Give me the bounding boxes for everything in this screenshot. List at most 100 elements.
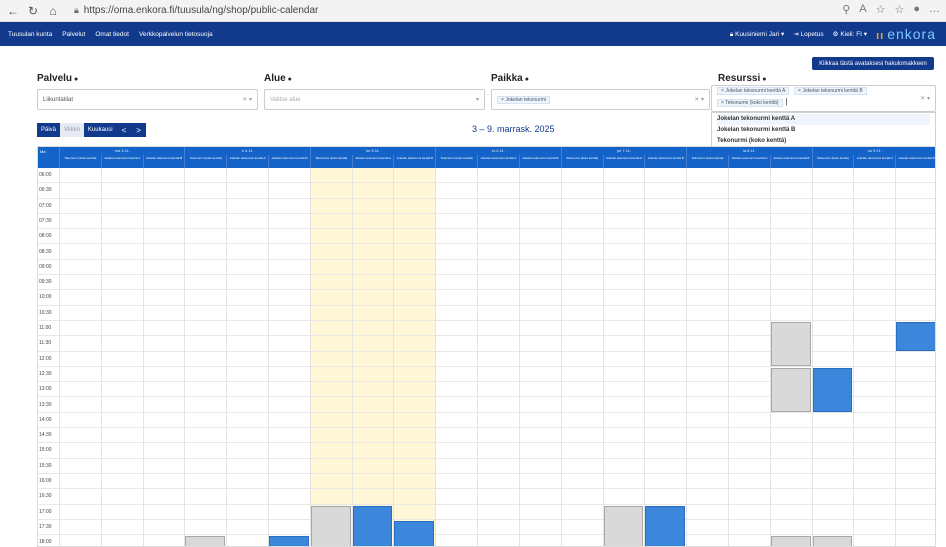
time-row (38, 489, 935, 505)
advanced-search-button[interactable]: Klikkaa tästä avataksesi hakulomakkeen (812, 57, 934, 70)
selected-tag[interactable]: × Jokelan tekonurmi kenttä B (794, 87, 867, 95)
clear-icon[interactable]: ✕ ▾ (920, 95, 930, 102)
booking-block[interactable] (352, 505, 393, 546)
reload-icon[interactable]: ↻ (26, 4, 40, 18)
time-label: 09:30 (39, 279, 52, 286)
column-divider (727, 168, 729, 546)
dropdown-option[interactable]: Jokelan tekonurmi kenttä A (717, 114, 930, 125)
booking-block[interactable] (770, 367, 811, 412)
read-aloud-icon[interactable]: A (859, 3, 866, 16)
resource-column-header: Jokelan tekonurmi kenttä B (895, 155, 935, 168)
palvelu-select[interactable]: Liikuntatilat ✕ ▾ (37, 89, 258, 110)
nav-link-home[interactable]: Tuusulan kunta (8, 31, 52, 38)
view-day-button[interactable]: Päivä (37, 123, 61, 137)
info-icon[interactable]: ● (74, 76, 78, 83)
column-divider (226, 168, 228, 546)
booking-block[interactable] (394, 520, 435, 546)
home-icon[interactable]: ⌂ (46, 4, 60, 18)
column-divider (309, 168, 311, 546)
time-row (38, 520, 935, 536)
favorite-icon[interactable]: ☆ (876, 3, 886, 16)
booking-block[interactable] (645, 505, 686, 546)
url-text: https://oma.enkora.fi/tuusula/ng/shop/pu… (83, 5, 319, 16)
resource-column-header: Jokelan tekonurmi kenttä A (477, 155, 519, 168)
time-row (38, 168, 935, 184)
time-label: 11:00 (39, 325, 52, 331)
logout-link[interactable]: ⇥ Lopetus (793, 30, 823, 38)
clear-icon[interactable]: ✕ ▾ (242, 96, 252, 103)
booking-block[interactable] (185, 536, 226, 546)
time-label: 17:30 (39, 523, 52, 530)
prev-week-button[interactable]: < (116, 123, 132, 137)
paikka-select[interactable]: × Jokelan tekonurmi ✕ ▾ (491, 89, 710, 110)
alue-select[interactable]: Valitse alue ▾ (264, 89, 485, 110)
selected-tag[interactable]: × Jokelan tekonurmi kenttä A (717, 87, 790, 95)
chevron-down-icon[interactable]: ▾ (476, 96, 479, 103)
user-menu[interactable]: 🔒︎ Kuusiniemi Jari ▾ (730, 30, 784, 39)
booking-block[interactable] (812, 536, 853, 546)
time-label: 10:30 (39, 309, 52, 316)
column-divider (351, 168, 353, 546)
lock-icon: 🔒︎ (74, 5, 79, 15)
resource-column-header: Tekonurmi (koko kenttä) (435, 155, 477, 168)
back-icon[interactable]: ← (6, 4, 20, 18)
day-header: ti 4.11. (184, 147, 309, 155)
next-week-button[interactable]: > (131, 123, 146, 137)
time-label: 13:00 (39, 386, 52, 393)
booking-block[interactable] (269, 536, 309, 546)
time-row (38, 505, 935, 520)
time-row (38, 245, 935, 260)
resource-column-header: Tekonurmi (koko kenttä) (560, 155, 603, 168)
paikka-label: Paikka ● (491, 73, 529, 84)
zoom-icon[interactable]: ⚲ (842, 3, 850, 16)
column-divider (142, 168, 144, 546)
day-header: ke 5.11. (309, 147, 435, 155)
time-label: 14:00 (39, 416, 52, 423)
column-divider (560, 168, 562, 546)
booking-block[interactable] (812, 367, 853, 412)
time-label: 18:00 (39, 539, 52, 546)
resurssi-select[interactable]: × Jokelan tekonurmi kenttä A × Jokelan t… (711, 85, 936, 112)
browser-toolbar: ← ↻ ⌂ 🔒︎ https://oma.enkora.fi/tuusula/n… (0, 0, 946, 22)
booking-block[interactable] (770, 536, 811, 546)
info-icon[interactable]: ● (525, 76, 529, 83)
nav-link-privacy[interactable]: Verkkopalvelun tietosuoja (139, 31, 213, 38)
booking-block[interactable] (770, 322, 811, 366)
time-label: 09:00 (39, 263, 52, 270)
selected-tag[interactable]: × Tekonurmi (koko kenttä) (717, 99, 783, 107)
time-label: 06:30 (39, 187, 52, 194)
nav-link-profile[interactable]: Omat tiedot (95, 31, 129, 38)
resource-column-header: Jokelan tekonurmi kenttä A (602, 155, 645, 168)
column-divider (853, 168, 855, 546)
more-icon[interactable]: … (929, 3, 940, 16)
view-switcher: Päivä Viikko Kuukausi < > (37, 123, 146, 137)
time-label: 10:00 (39, 294, 52, 301)
info-icon[interactable]: ● (288, 76, 292, 83)
selected-tag[interactable]: × Jokelan tekonurmi (497, 95, 550, 104)
dropdown-option[interactable]: Jokelan tekonurmi kenttä B (717, 125, 930, 136)
resurssi-dropdown: Jokelan tekonurmi kenttä A Jokelan tekon… (711, 112, 936, 150)
resource-column-header: Tekonurmi (koko kenttä) (59, 155, 101, 168)
booking-block[interactable] (896, 322, 935, 351)
day-header: pe 7.11. (560, 147, 686, 155)
booking-block[interactable] (603, 505, 644, 546)
resurssi-label: Resurssi ● (718, 73, 767, 84)
time-row (38, 183, 935, 199)
time-row (38, 443, 935, 459)
column-divider (518, 168, 520, 546)
collections-icon[interactable]: ☆ (894, 3, 904, 16)
view-month-button[interactable]: Kuukausi (83, 123, 117, 137)
booking-block[interactable] (310, 505, 351, 546)
clear-icon[interactable]: ✕ ▾ (694, 96, 704, 103)
address-bar[interactable]: 🔒︎ https://oma.enkora.fi/tuusula/ng/shop… (74, 5, 318, 16)
resource-column-header: Jokelan tekonurmi kenttä B (644, 155, 686, 168)
time-label: 12:00 (39, 355, 52, 362)
view-week-button[interactable]: Viikko (60, 123, 84, 137)
time-label: 13:30 (39, 401, 52, 408)
column-divider (686, 168, 688, 546)
day-header: to 6.11. (435, 147, 560, 155)
info-icon[interactable]: ● (762, 76, 766, 83)
profile-icon[interactable]: ● (913, 3, 920, 16)
nav-link-services[interactable]: Palvelut (62, 31, 85, 38)
language-menu[interactable]: ⚙ Kieli: FI ▾ (833, 30, 867, 38)
